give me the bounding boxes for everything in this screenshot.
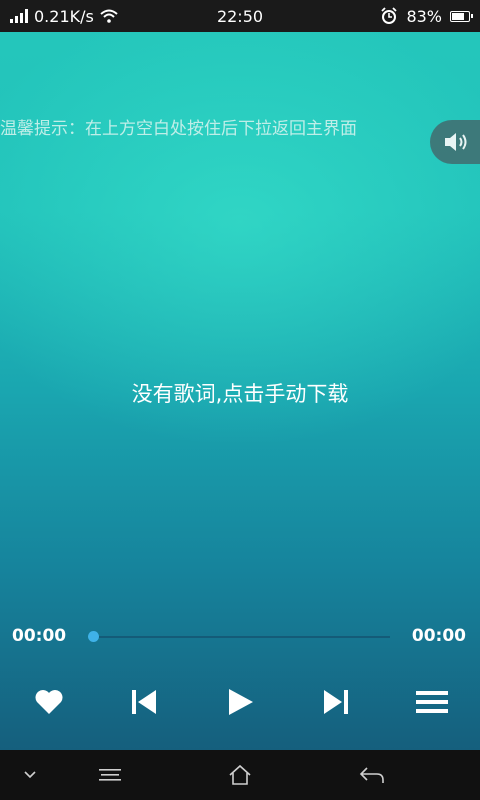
menu-icon <box>416 691 448 713</box>
hint-text: 温馨提示：在上方空白处按住后下拉返回主界面 <box>0 119 357 139</box>
heart-icon <box>35 690 63 714</box>
next-icon <box>324 690 348 714</box>
navigation-bar <box>0 750 480 800</box>
nav-menu-button[interactable] <box>90 755 130 795</box>
chevron-down-icon <box>24 771 36 779</box>
status-bar: 0.21K/s 22:50 83% <box>0 0 480 32</box>
menu-icon <box>99 769 121 781</box>
home-icon <box>229 764 251 785</box>
total-time: 00:00 <box>411 626 466 646</box>
previous-icon <box>132 690 156 714</box>
back-icon <box>359 767 384 783</box>
player-area[interactable]: 温馨提示：在上方空白处按住后下拉返回主界面 没有歌词,点击手动下载 00:00 … <box>0 32 480 750</box>
battery-percent: 83% <box>406 6 442 26</box>
play-button[interactable] <box>218 680 262 724</box>
next-button[interactable] <box>314 680 358 724</box>
status-right: 83% <box>380 0 473 32</box>
volume-button[interactable] <box>430 120 480 164</box>
play-icon <box>229 689 253 715</box>
speaker-icon <box>445 133 467 151</box>
status-left: 0.21K/s <box>10 0 118 32</box>
progress-knob[interactable] <box>88 631 99 642</box>
playback-controls <box>0 680 480 724</box>
progress-bar[interactable]: 00:00 00:00 <box>0 624 480 648</box>
collapse-button[interactable] <box>10 755 50 795</box>
progress-track[interactable] <box>94 636 390 638</box>
clock: 22:50 <box>216 6 264 26</box>
screen: 0.21K/s 22:50 83% 温馨提示：在上方空白处按住后下拉返回主界面 <box>0 0 480 800</box>
network-speed: 0.21K/s <box>34 6 94 26</box>
previous-button[interactable] <box>122 680 166 724</box>
signal-icon <box>10 9 28 23</box>
wifi-icon <box>100 9 118 23</box>
playlist-button[interactable] <box>410 680 454 724</box>
current-time: 00:00 <box>12 626 67 646</box>
home-button[interactable] <box>220 755 260 795</box>
battery-icon <box>450 10 473 22</box>
back-button[interactable] <box>352 755 392 795</box>
lyrics-placeholder[interactable]: 没有歌词,点击手动下载 <box>0 378 480 408</box>
alarm-icon <box>381 7 398 24</box>
favorite-button[interactable] <box>27 680 71 724</box>
